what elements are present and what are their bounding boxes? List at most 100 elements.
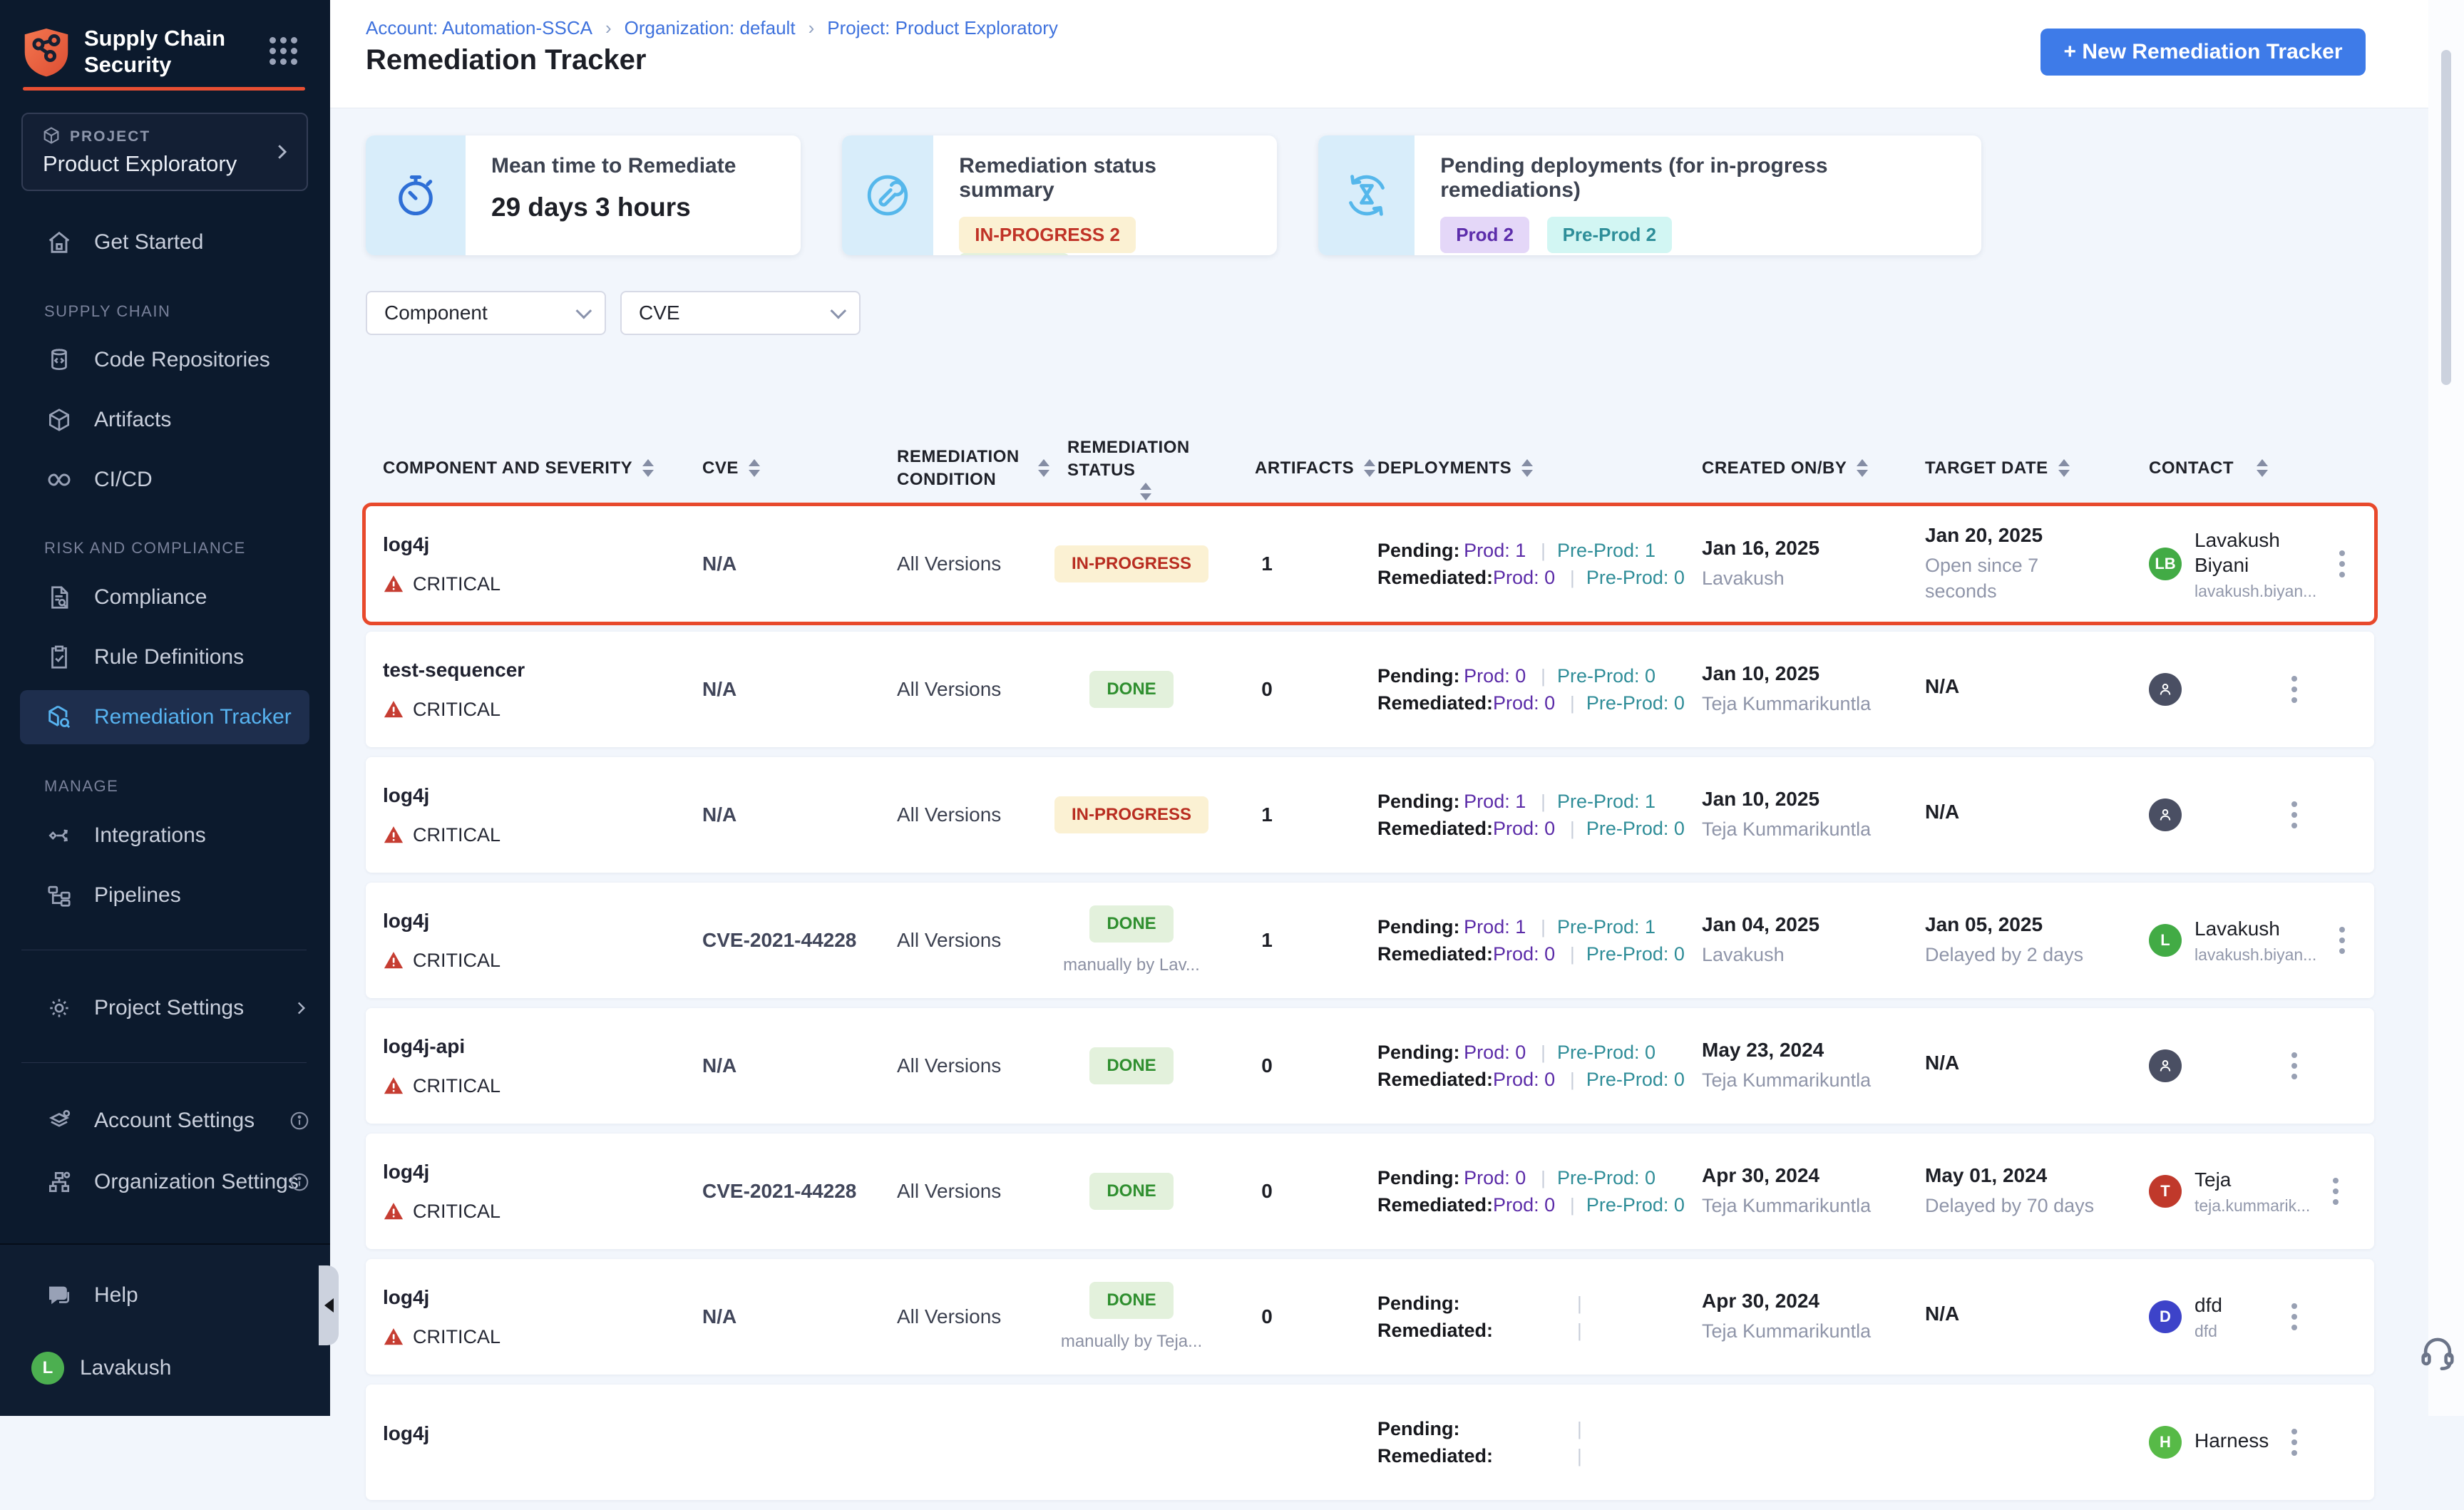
pending-prod-count[interactable]: Prod: 1 [1464,916,1529,938]
sort-icon [2257,459,2268,477]
critical-warning-icon [383,699,404,720]
remediated-prod-count[interactable]: Prod: 0 [1493,943,1559,965]
created-cell: Jan 04, 2025 Lavakush [1655,913,1884,967]
column-header-label: REMEDIATION CONDITION [897,446,1028,492]
row-menu-button[interactable] [2284,1045,2304,1087]
section-label-supply-chain: SUPPLY CHAIN [44,302,170,321]
row-menu-button[interactable] [2284,1296,2304,1337]
column-header[interactable]: CONTACT [2105,457,2304,480]
table-row[interactable]: test-sequencer CRITICAL N/A All Versions… [366,632,2374,747]
sidebar-item-organization-settings[interactable]: Organization Settings [0,1157,330,1207]
info-icon[interactable] [289,1171,310,1193]
app-logo[interactable]: Supply Chain Security [23,26,308,78]
component-filter-dropdown[interactable]: Component [366,291,606,335]
sidebar-item-account-settings[interactable]: Account Settings [0,1096,330,1146]
support-chat-icon[interactable] [2417,1332,2458,1377]
cve-filter-dropdown[interactable]: CVE [620,291,861,335]
pending-prod-count[interactable]: Prod: 0 [1464,1042,1529,1064]
integrations-icon [44,822,74,849]
prod-pending-badge[interactable]: Prod 2 [1440,217,1529,253]
column-header[interactable]: DEPLOYMENTS [1320,457,1655,480]
contact-cell [2105,1045,2304,1087]
remediation-condition-cell: All Versions [871,803,1049,826]
column-header[interactable]: ARTIFACTS [1213,457,1320,480]
row-menu-button[interactable] [2332,920,2352,961]
severity-label: CRITICAL [413,1075,500,1097]
sidebar-item-compliance[interactable]: Compliance [0,572,330,622]
sidebar-item-label: CI/CD [94,468,153,492]
sidebar-item-integrations[interactable]: Integrations [0,811,330,861]
vertical-scrollbar[interactable] [2441,50,2451,385]
separator [1529,539,1557,562]
infinity-icon [44,465,74,495]
table-row[interactable]: log4j CRITICAL N/A All Versions DONE man… [366,1259,2374,1375]
column-header-label: CVE [702,457,739,480]
new-remediation-tracker-button[interactable]: + New Remediation Tracker [2040,29,2366,76]
remediated-prod-count[interactable]: Prod: 0 [1493,567,1559,589]
sidebar-item-rule-definitions[interactable]: Rule Definitions [0,632,330,682]
sidebar-item-help[interactable]: ? Help [0,1270,330,1320]
info-icon[interactable] [289,1110,310,1131]
user-menu[interactable]: L Lavakush [0,1343,330,1393]
table-row[interactable]: log4j CRITICAL N/A All Versions IN-PROGR… [366,757,2374,873]
pending-preprod-count[interactable]: Pre-Prod: 0 [1557,665,1655,687]
sidebar-item-pipelines[interactable]: Pipelines [0,870,330,920]
breadcrumb-account[interactable]: Account: Automation-SSCA [366,17,625,39]
module-grid-icon[interactable] [270,37,301,68]
sidebar-item-project-settings[interactable]: Project Settings [0,983,330,1033]
status-badge: DONE [1089,671,1173,708]
card-pending-deployments: Pending deployments (for in-progress rem… [1318,135,1981,255]
target-date-cell: N/A [1884,1303,2105,1331]
done-count-badge[interactable]: DONE 26 [959,253,1069,255]
in-progress-count-badge[interactable]: IN-PROGRESS 2 [959,217,1136,253]
pending-prod-count[interactable]: Prod: 0 [1464,665,1529,687]
preprod-pending-badge[interactable]: Pre-Prod 2 [1547,217,1673,253]
pending-prod-count[interactable]: Prod: 1 [1464,791,1529,813]
artifacts-count: 0 [1213,1180,1320,1203]
row-menu-button[interactable] [2284,794,2304,836]
remediation-condition-cell: All Versions [871,553,1049,575]
breadcrumb-project[interactable]: Project: Product Exploratory [827,17,1058,39]
row-menu-button[interactable] [2326,1171,2346,1212]
remediation-status-cell: DONE [1049,1173,1213,1210]
row-menu-button[interactable] [2284,669,2304,710]
sidebar-item-remediation-tracker[interactable]: Remediation Tracker [20,690,309,744]
column-header[interactable]: COMPONENT AND SEVERITY [383,457,689,480]
column-header[interactable]: REMEDIATION STATUS [1049,436,1213,500]
table-row[interactable]: log4j Pending: [366,1385,2374,1500]
remediation-status-cell: DONE [1049,671,1213,708]
sidebar-item-code-repositories[interactable]: Code Repositories [0,335,330,385]
remediated-prod-count[interactable]: Prod: 0 [1493,818,1559,840]
table-row[interactable]: log4j CRITICAL CVE-2021-44228 All Versio… [366,1134,2374,1249]
sidebar-item-artifacts[interactable]: Artifacts [0,395,330,445]
pending-preprod-count[interactable]: Pre-Prod: 0 [1557,1167,1655,1189]
table-row[interactable]: log4j CRITICAL CVE-2021-44228 All Versio… [366,883,2374,998]
severity: CRITICAL [383,1075,689,1097]
breadcrumb-organization[interactable]: Organization: default [625,17,828,39]
table-row[interactable]: log4j-api CRITICAL N/A All Versions DONE… [366,1008,2374,1124]
sidebar-collapse-handle[interactable] [319,1265,339,1345]
column-header[interactable]: TARGET DATE [1884,457,2105,480]
table-row[interactable]: log4j CRITICAL N/A All Versions IN-PROGR… [366,506,2374,622]
remediated-prod-count[interactable]: Prod: 0 [1493,1194,1559,1216]
pending-preprod-count[interactable]: Pre-Prod: 0 [1557,1042,1655,1064]
sort-icon [1857,459,1868,477]
pending-prod-count[interactable]: Prod: 1 [1464,540,1529,562]
pending-preprod-count[interactable]: Pre-Prod: 1 [1557,791,1655,813]
pending-preprod-count[interactable]: Pre-Prod: 1 [1557,540,1655,562]
remediated-prod-count[interactable]: Prod: 0 [1493,1069,1559,1091]
sidebar-item-cicd[interactable]: CI/CD [0,455,330,505]
remediated-prod-count[interactable]: Prod: 0 [1493,692,1559,714]
contact-name: Lavakush [2194,916,2316,941]
status-note: manually by Teja... [1061,1332,1202,1352]
pending-preprod-count[interactable]: Pre-Prod: 1 [1557,916,1655,938]
column-header[interactable]: REMEDIATION CONDITION [871,446,1049,492]
column-header[interactable]: CREATED ON/BY [1655,457,1884,480]
remediated-label: Remediated: [1377,1445,1500,1467]
pending-prod-count[interactable]: Prod: 0 [1464,1167,1529,1189]
project-selector[interactable]: PROJECT Product Exploratory [21,113,308,191]
row-menu-button[interactable] [2332,543,2352,585]
column-header[interactable]: CVE [689,457,871,480]
row-menu-button[interactable] [2284,1422,2304,1463]
sidebar-item-get-started[interactable]: Get Started [0,217,330,267]
